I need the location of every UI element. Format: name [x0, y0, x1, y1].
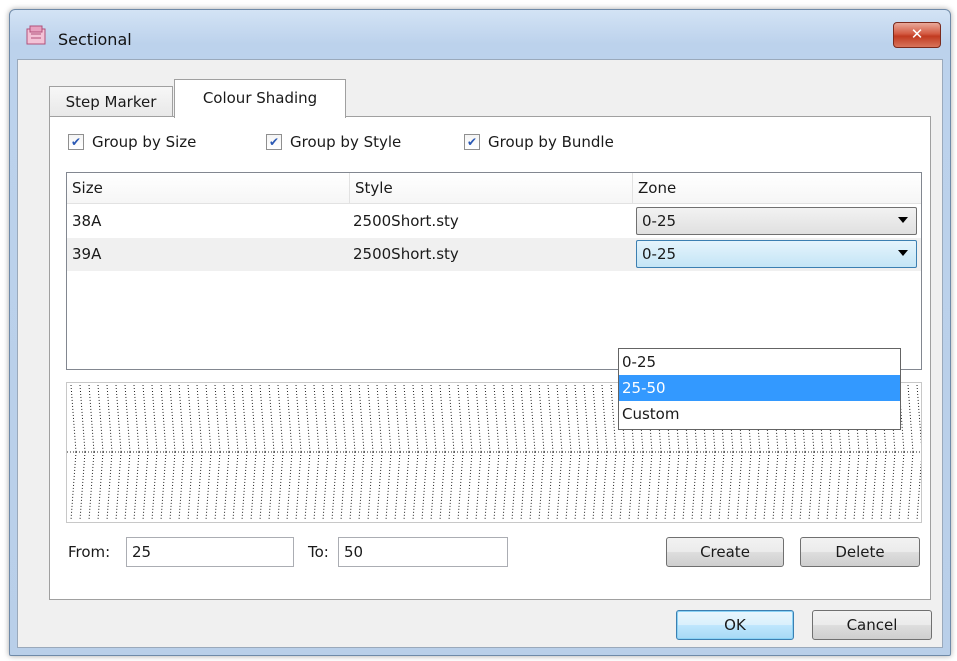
title-bar[interactable]: Sectional ✕	[10, 10, 950, 60]
column-header-size[interactable]: Size	[67, 173, 349, 203]
close-icon: ✕	[910, 25, 924, 43]
checkmark-icon: ✔	[68, 134, 84, 150]
style-cell: 2500Short.sty	[353, 245, 459, 263]
zone-combo[interactable]: 0-25	[636, 207, 917, 235]
group-by-bundle-label: Group by Bundle	[488, 133, 614, 151]
style-cell: 2500Short.sty	[353, 212, 459, 230]
sectional-dialog: Sectional ✕ Step Marker Colour Shading ✔…	[9, 9, 951, 656]
app-icon	[26, 25, 46, 45]
to-input[interactable]: 50	[338, 537, 508, 567]
to-label: To:	[308, 543, 329, 561]
dropdown-arrow-icon	[898, 217, 908, 223]
checkmark-icon: ✔	[266, 134, 282, 150]
checkmark-icon: ✔	[464, 134, 480, 150]
column-header-zone[interactable]: Zone	[632, 173, 921, 203]
dropdown-option-custom[interactable]: Custom	[619, 401, 900, 427]
from-label: From:	[68, 543, 111, 561]
delete-button[interactable]: Delete	[800, 537, 920, 567]
size-cell: 39A	[72, 245, 102, 263]
group-by-bundle-checkbox[interactable]: ✔ Group by Bundle	[464, 133, 614, 151]
cancel-button[interactable]: Cancel	[812, 610, 932, 640]
dropdown-option-25-50[interactable]: 25-50	[619, 375, 900, 401]
from-input[interactable]: 25	[126, 537, 294, 567]
zone-dropdown-list[interactable]: 0-25 25-50 Custom	[618, 348, 901, 430]
dialog-client-area: Step Marker Colour Shading ✔ Group by Si…	[17, 59, 943, 648]
group-by-style-checkbox[interactable]: ✔ Group by Style	[266, 133, 401, 151]
group-by-style-label: Group by Style	[290, 133, 402, 151]
tab-colour-shading[interactable]: Colour Shading	[174, 79, 346, 118]
zone-combo-value: 0-25	[642, 245, 677, 263]
dropdown-option-0-25[interactable]: 0-25	[619, 349, 900, 375]
create-button[interactable]: Create	[666, 537, 784, 567]
group-by-size-label: Group by Size	[92, 133, 197, 151]
close-button[interactable]: ✕	[893, 22, 941, 48]
tab-step-marker[interactable]: Step Marker	[49, 86, 173, 117]
zone-combo-open[interactable]: 0-25	[636, 240, 917, 268]
table-header: Size Style Zone	[67, 173, 921, 204]
window-title: Sectional	[58, 30, 132, 49]
table-row[interactable]: 38A 2500Short.sty 0-25	[67, 205, 921, 238]
zone-table: Size Style Zone 38A 2500Short.sty 0-25 3…	[66, 172, 922, 370]
table-row[interactable]: 39A 2500Short.sty 0-25	[67, 238, 921, 271]
column-header-style[interactable]: Style	[349, 173, 632, 203]
dropdown-arrow-icon	[898, 250, 908, 256]
size-cell: 38A	[72, 212, 102, 230]
zone-combo-value: 0-25	[642, 212, 677, 230]
ok-button[interactable]: OK	[676, 610, 794, 640]
group-by-size-checkbox[interactable]: ✔ Group by Size	[68, 133, 196, 151]
